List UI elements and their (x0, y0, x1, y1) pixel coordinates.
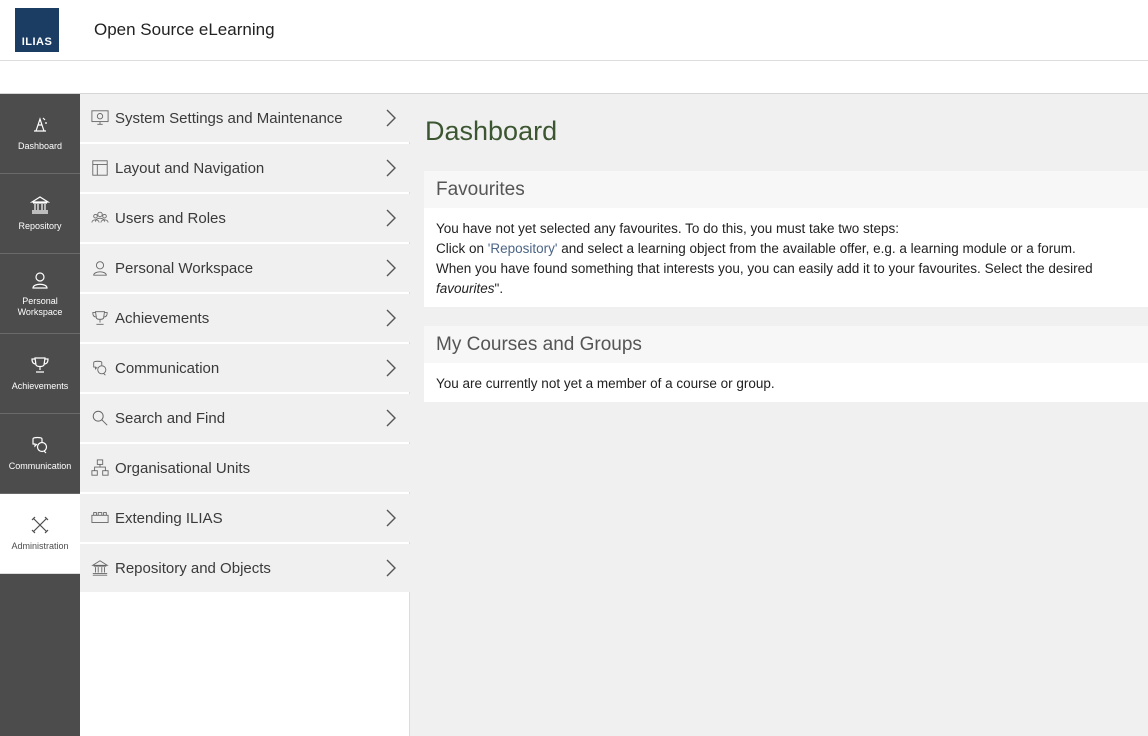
mainbar-item-personal-workspace[interactable]: Personal Workspace (0, 254, 80, 334)
mainbar-item-communication[interactable]: Communication (0, 414, 80, 494)
chevron-right-icon (386, 109, 396, 127)
slate-item-achievements[interactable]: Achievements (80, 294, 410, 342)
slate-item-label: Personal Workspace (115, 259, 254, 277)
slate-item-repository-objects[interactable]: Repository and Objects (80, 544, 410, 592)
layout-icon (90, 158, 110, 178)
repository-icon (90, 558, 110, 578)
slate-item-label: Repository and Objects (115, 559, 271, 577)
person-icon (32, 271, 48, 289)
chat-bubbles-icon (90, 358, 110, 378)
mainbar-item-dashboard[interactable]: Dashboard (0, 94, 80, 174)
favourites-text-line-4-post: ". (494, 281, 504, 296)
favourites-text-line-2-pre: Click on (436, 241, 488, 256)
favourites-text-line-4: favourites". (436, 279, 1148, 299)
person-icon (90, 258, 110, 278)
slate-item-label: Search and Find (115, 409, 226, 427)
repository-link[interactable]: 'Repository' (488, 241, 558, 256)
page-title: Dashboard (425, 116, 558, 146)
slate-item-users-roles[interactable]: Users and Roles (80, 194, 410, 242)
chevron-right-icon (386, 359, 396, 377)
slate-item-communication[interactable]: Communication (80, 344, 410, 392)
slate-item-label: Communication (115, 359, 220, 377)
courses-groups-text: You are currently not yet a member of a … (436, 376, 775, 391)
slate-item-label: System Settings and Maintenance (115, 109, 343, 127)
users-icon (90, 208, 110, 228)
slate-item-personal-workspace[interactable]: Personal Workspace (80, 244, 410, 292)
mainbar-item-label: Administration (11, 541, 69, 551)
dashboard-icon (34, 117, 47, 132)
favourites-panel-title: Favourites (424, 171, 1148, 209)
settings-monitor-icon (90, 108, 110, 128)
plugin-icon (90, 508, 110, 528)
slate-item-organisational-units[interactable]: Organisational Units (80, 444, 410, 492)
favourites-text-line-1: You have not yet selected any favourites… (436, 221, 900, 236)
slate-item-search-find[interactable]: Search and Find (80, 394, 410, 442)
slate-item-label: Users and Roles (115, 209, 226, 227)
slate-item-extending-ilias[interactable]: Extending ILIAS (80, 494, 410, 542)
mainbar-item-label: Repository (18, 221, 62, 231)
favourites-panel-body: You have not yet selected any favourites… (424, 209, 1148, 307)
slate-item-label: Extending ILIAS (115, 509, 223, 527)
favourites-emphasis: favourites (436, 281, 495, 296)
chevron-right-icon (386, 259, 396, 277)
mainbar-item-label: Communication (8, 461, 72, 471)
favourites-text-line-3: When you have found something that inter… (436, 261, 1093, 276)
ilias-logo[interactable]: ILIAS (15, 8, 59, 52)
chevron-right-icon (386, 559, 396, 577)
courses-groups-panel-title: My Courses and Groups (424, 326, 1148, 364)
chevron-right-icon (386, 309, 396, 327)
chevron-right-icon (386, 209, 396, 227)
meta-bar (0, 61, 1148, 94)
repository-icon (30, 196, 50, 214)
slate-item-label: Organisational Units (115, 459, 251, 477)
header: ILIAS Open Source eLearning (0, 0, 1148, 61)
mainbar-item-label: Achievements (11, 381, 69, 391)
org-units-icon (90, 458, 110, 478)
chevron-right-icon (386, 509, 396, 527)
slate-item-label: Layout and Navigation (115, 159, 265, 177)
tools-icon (31, 516, 49, 534)
logo-text: ILIAS (21, 36, 53, 48)
chevron-right-icon (386, 159, 396, 177)
mainbar-item-label: Dashboard (17, 141, 63, 151)
favourites-text-line-2-post: and select a learning object from the av… (557, 241, 1076, 256)
main-bar: Dashboard Repository Personal Workspace … (0, 94, 80, 736)
chevron-right-icon (386, 409, 396, 427)
mainbar-item-administration[interactable]: Administration (0, 494, 80, 574)
trophy-icon (90, 308, 110, 328)
site-title: Open Source eLearning (94, 20, 275, 39)
trophy-icon (31, 357, 49, 373)
search-icon (90, 408, 110, 428)
chat-bubbles-icon (32, 436, 48, 454)
slate-item-layout-navigation[interactable]: Layout and Navigation (80, 144, 410, 192)
slate-item-system-settings[interactable]: System Settings and Maintenance (80, 94, 410, 142)
main-content: Dashboard Favourites You have not yet se… (410, 94, 1148, 736)
administration-slate: System Settings and Maintenance Layout a… (80, 94, 410, 736)
mainbar-item-repository[interactable]: Repository (0, 174, 80, 254)
slate-item-label: Achievements (115, 309, 210, 327)
favourites-panel: Favourites You have not yet selected any… (424, 171, 1148, 307)
favourites-text-line-2: Click on 'Repository' and select a learn… (436, 239, 1148, 259)
mainbar-item-achievements[interactable]: Achievements (0, 334, 80, 414)
courses-groups-panel: My Courses and Groups You are currently … (424, 326, 1148, 402)
mainbar-item-label: Personal Workspace (17, 295, 63, 317)
courses-groups-panel-body: You are currently not yet a member of a … (424, 364, 1148, 402)
